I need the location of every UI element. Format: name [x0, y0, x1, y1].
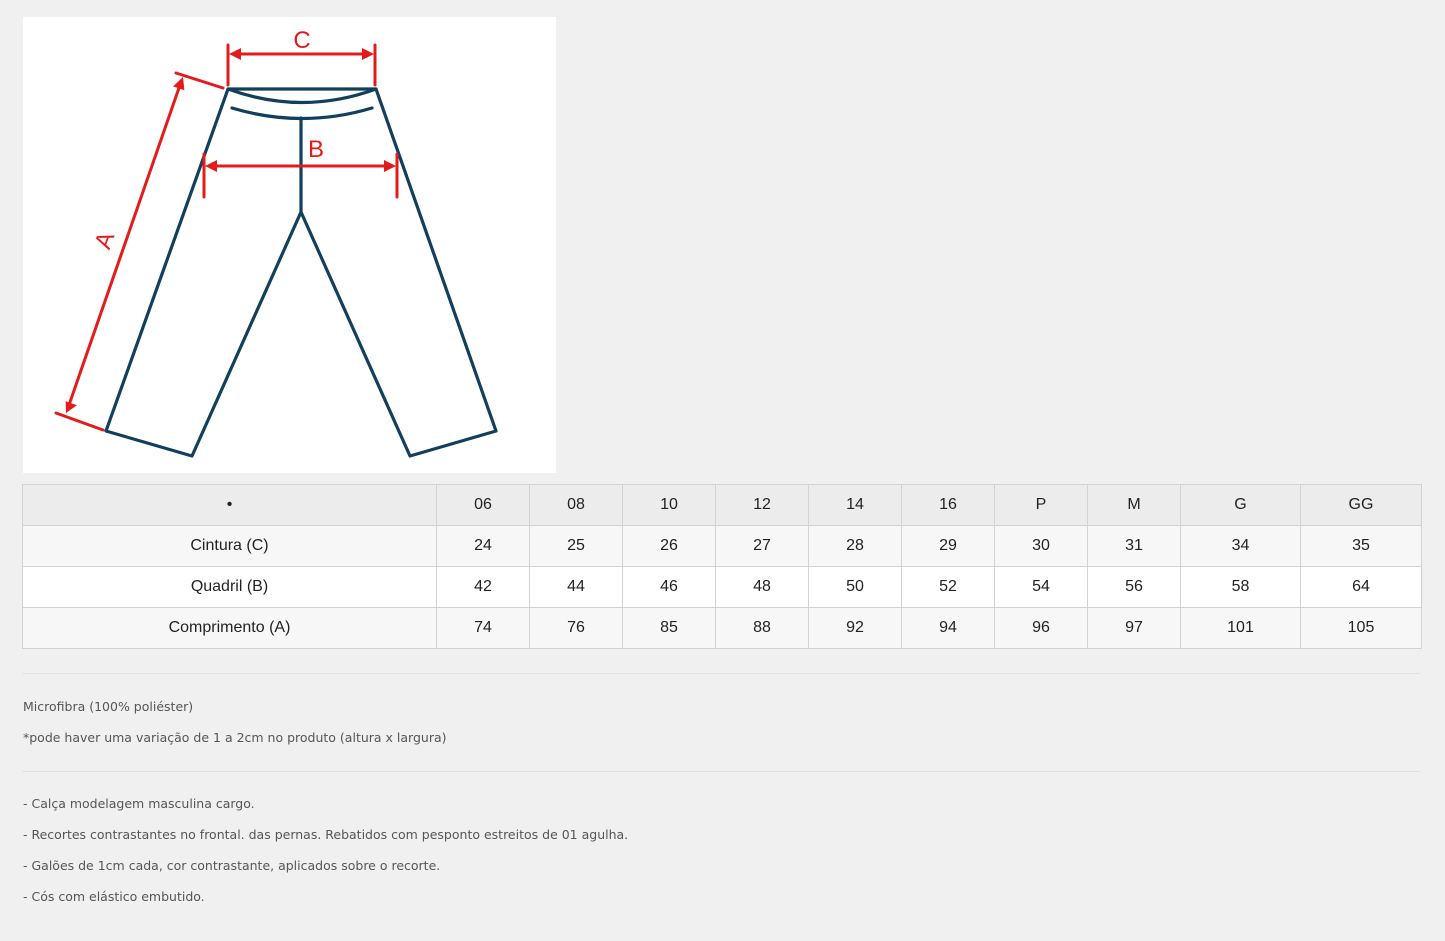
size-header-cell: 14	[808, 484, 902, 526]
size-header-cell: GG	[1300, 484, 1422, 526]
value-cell: 35	[1300, 525, 1422, 567]
value-cell: 85	[622, 607, 716, 649]
value-cell: 96	[994, 607, 1088, 649]
size-header-cell: G	[1180, 484, 1301, 526]
value-cell: 54	[994, 566, 1088, 608]
value-cell: 92	[808, 607, 902, 649]
size-header-cell: 12	[715, 484, 809, 526]
value-cell: 34	[1180, 525, 1301, 567]
value-cell: 105	[1300, 607, 1422, 649]
size-chart-table: • 06 08 10 12 14 16 P M G GG Cintura (C)…	[22, 484, 1422, 649]
feature-item: - Galões de 1cm cada, cor contrastante, …	[23, 858, 441, 873]
value-cell: 44	[529, 566, 623, 608]
size-header-cell: M	[1087, 484, 1181, 526]
value-cell: 56	[1087, 566, 1181, 608]
value-cell: 24	[436, 525, 530, 567]
table-row: Comprimento (A) 74 76 85 88 92 94 96 97 …	[22, 607, 1422, 649]
size-variation-note: *pode haver uma variação de 1 a 2cm no p…	[23, 730, 447, 745]
label-b: B	[308, 136, 324, 163]
pants-outline	[104, 87, 498, 458]
row-label-cell: Cintura (C)	[22, 525, 437, 567]
value-cell: 26	[622, 525, 716, 567]
value-cell: 97	[1087, 607, 1181, 649]
feature-item: - Cós com elástico embutido.	[23, 889, 205, 904]
value-cell: 94	[901, 607, 995, 649]
value-cell: 46	[622, 566, 716, 608]
pants-illustration: C B A	[54, 27, 498, 458]
size-header-cell: 06	[436, 484, 530, 526]
value-cell: 25	[529, 525, 623, 567]
product-size-guide: C B A • 06 08 10 12 14 16 P M G GG Cintu…	[0, 0, 1445, 941]
value-cell: 101	[1180, 607, 1301, 649]
section-divider	[22, 771, 1420, 772]
row-label-cell: Quadril (B)	[22, 566, 437, 608]
value-cell: 28	[808, 525, 902, 567]
table-row: Cintura (C) 24 25 26 27 28 29 30 31 34 3…	[22, 525, 1422, 567]
value-cell: 76	[529, 607, 623, 649]
size-header-cell: 16	[901, 484, 995, 526]
value-cell: 31	[1087, 525, 1181, 567]
value-cell: 48	[715, 566, 809, 608]
value-cell: 52	[901, 566, 995, 608]
value-cell: 74	[436, 607, 530, 649]
row-label-cell: Comprimento (A)	[22, 607, 437, 649]
header-corner-cell: •	[22, 484, 437, 526]
value-cell: 42	[436, 566, 530, 608]
value-cell: 64	[1300, 566, 1422, 608]
measurement-labels: C B A	[90, 27, 324, 253]
pants-measurement-diagram: C B A	[23, 17, 556, 473]
fabric-composition-text: Microfibra (100% poliéster)	[23, 699, 194, 714]
size-header-cell: 08	[529, 484, 623, 526]
value-cell: 30	[994, 525, 1088, 567]
table-row: Quadril (B) 42 44 46 48 50 52 54 56 58 6…	[22, 566, 1422, 608]
label-a: A	[90, 228, 121, 252]
feature-item: - Recortes contrastantes no frontal. das…	[23, 827, 629, 842]
feature-item: - Calça modelagem masculina cargo.	[23, 796, 255, 811]
value-cell: 50	[808, 566, 902, 608]
value-cell: 27	[715, 525, 809, 567]
size-header-cell: P	[994, 484, 1088, 526]
section-divider	[22, 673, 1420, 674]
value-cell: 58	[1180, 566, 1301, 608]
label-c: C	[293, 27, 310, 54]
size-header-cell: 10	[622, 484, 716, 526]
value-cell: 88	[715, 607, 809, 649]
value-cell: 29	[901, 525, 995, 567]
size-header-row: • 06 08 10 12 14 16 P M G GG	[22, 484, 1422, 526]
